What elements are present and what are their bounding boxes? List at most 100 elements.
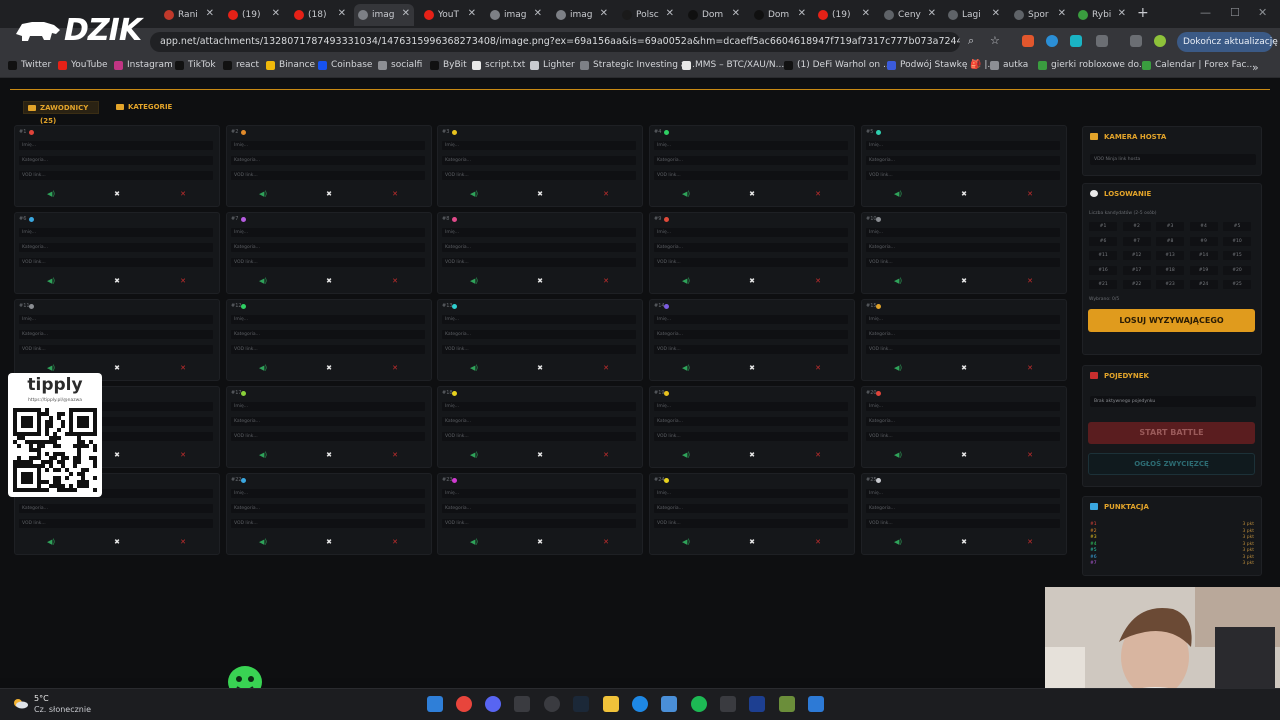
category-input[interactable]: Kategoria...: [231, 330, 425, 339]
new-tab-icon[interactable]: +: [1137, 5, 1149, 21]
sound-button[interactable]: ◀): [233, 189, 293, 199]
name-input[interactable]: Imię...: [231, 141, 425, 150]
duel-button[interactable]: ✖: [722, 276, 782, 286]
minimize-icon[interactable]: —: [1200, 6, 1211, 19]
draw-candidate-cell[interactable]: #18: [1156, 265, 1184, 275]
vod-link-input[interactable]: VOD link...: [654, 345, 848, 354]
close-tab-icon[interactable]: ✕: [928, 8, 936, 19]
sound-button[interactable]: ◀): [656, 189, 716, 199]
close-tab-icon[interactable]: ✕: [600, 8, 608, 19]
bookmark-item[interactable]: Instagram: [114, 60, 173, 70]
name-input[interactable]: Imię...: [866, 141, 1060, 150]
close-tab-icon[interactable]: ✕: [206, 8, 214, 19]
remove-button[interactable]: ✕: [365, 276, 425, 286]
category-input[interactable]: Kategoria...: [231, 417, 425, 426]
duel-button[interactable]: ✖: [934, 537, 994, 547]
close-tab-icon[interactable]: ✕: [992, 8, 1000, 19]
duel-button[interactable]: ✖: [510, 537, 570, 547]
edge-icon[interactable]: [632, 696, 648, 712]
draw-candidate-cell[interactable]: #9: [1189, 236, 1218, 246]
category-input[interactable]: Kategoria...: [654, 504, 848, 513]
draw-candidate-cell[interactable]: #20: [1223, 265, 1251, 275]
bookmark-item[interactable]: autka: [990, 60, 1028, 70]
vod-link-input[interactable]: VOD link...: [442, 171, 636, 180]
duel-button[interactable]: ✖: [722, 363, 782, 373]
remove-button[interactable]: ✕: [576, 363, 636, 373]
browser-tab[interactable]: Ceny ✕: [880, 4, 940, 26]
app-icon[interactable]: [720, 696, 736, 712]
remove-button[interactable]: ✕: [153, 537, 213, 547]
name-input[interactable]: Imię...: [442, 141, 636, 150]
duel-button[interactable]: ✖: [722, 537, 782, 547]
tab-kategorie[interactable]: KATEGORIE: [112, 101, 172, 114]
name-input[interactable]: Imię...: [654, 315, 848, 324]
vod-link-input[interactable]: VOD link...: [654, 258, 848, 267]
draw-candidate-cell[interactable]: #23: [1156, 280, 1184, 289]
browser-tab[interactable]: Spor ✕: [1010, 4, 1070, 26]
duel-button[interactable]: ✖: [722, 189, 782, 199]
close-tab-icon[interactable]: ✕: [798, 8, 806, 19]
draw-candidate-cell[interactable]: #16: [1089, 265, 1117, 275]
bookmark-item[interactable]: Calendar | Forex Fac...: [1142, 60, 1255, 70]
duel-button[interactable]: ✖: [722, 450, 782, 460]
category-input[interactable]: Kategoria...: [654, 417, 848, 426]
remove-button[interactable]: ✕: [1000, 363, 1060, 373]
vod-link-input[interactable]: VOD link...: [442, 519, 636, 528]
category-input[interactable]: Kategoria...: [19, 504, 213, 513]
draw-candidate-cell[interactable]: #12: [1122, 251, 1151, 260]
sound-button[interactable]: ◀): [656, 537, 716, 547]
vod-link-input[interactable]: VOD link...: [231, 345, 425, 354]
vod-link-input[interactable]: VOD link...: [654, 519, 848, 528]
sound-button[interactable]: ◀): [656, 363, 716, 373]
draw-candidate-cell[interactable]: #6: [1089, 236, 1117, 246]
duel-button[interactable]: ✖: [299, 363, 359, 373]
start-icon[interactable]: [427, 696, 443, 712]
bookmark-item[interactable]: MMS – BTC/XAU/N...: [682, 60, 784, 70]
discord-icon[interactable]: [485, 696, 501, 712]
duel-button[interactable]: ✖: [934, 450, 994, 460]
draw-candidate-cell[interactable]: #19: [1189, 265, 1218, 275]
duel-button[interactable]: ✖: [510, 450, 570, 460]
remove-button[interactable]: ✕: [788, 189, 848, 199]
name-input[interactable]: Imię...: [866, 489, 1060, 498]
duel-button[interactable]: ✖: [934, 363, 994, 373]
remove-button[interactable]: ✕: [576, 189, 636, 199]
vod-link-input[interactable]: VOD link...: [231, 432, 425, 441]
duel-button[interactable]: ✖: [510, 189, 570, 199]
draw-candidate-cell[interactable]: #11: [1089, 251, 1117, 260]
remove-button[interactable]: ✕: [1000, 450, 1060, 460]
remove-button[interactable]: ✕: [788, 537, 848, 547]
app-icon[interactable]: [661, 696, 677, 712]
sound-button[interactable]: ◀): [21, 363, 81, 373]
remove-button[interactable]: ✕: [1000, 537, 1060, 547]
category-input[interactable]: Kategoria...: [866, 156, 1060, 165]
draw-candidate-cell[interactable]: #5: [1223, 222, 1251, 231]
remove-button[interactable]: ✕: [153, 189, 213, 199]
spotify-icon[interactable]: [691, 696, 707, 712]
close-tab-icon[interactable]: ✕: [468, 8, 476, 19]
sound-button[interactable]: ◀): [21, 537, 81, 547]
duel-button[interactable]: ✖: [87, 363, 147, 373]
category-input[interactable]: Kategoria...: [231, 504, 425, 513]
address-bar[interactable]: app.net/attachments/1328071787493331034/…: [150, 32, 960, 52]
category-input[interactable]: Kategoria...: [19, 330, 213, 339]
vod-link-input[interactable]: VOD link...: [19, 258, 213, 267]
bookmark-item[interactable]: socialfi: [378, 60, 422, 70]
duel-button[interactable]: ✖: [934, 189, 994, 199]
close-tab-icon[interactable]: ✕: [402, 8, 410, 19]
sound-button[interactable]: ◀): [868, 189, 928, 199]
folder-icon[interactable]: [603, 696, 619, 712]
duel-button[interactable]: ✖: [299, 537, 359, 547]
name-input[interactable]: Imię...: [654, 141, 848, 150]
vod-link-input[interactable]: VOD link...: [866, 519, 1060, 528]
remove-button[interactable]: ✕: [576, 537, 636, 547]
remove-button[interactable]: ✕: [788, 363, 848, 373]
browser-tab[interactable]: (18) ✕: [290, 4, 350, 26]
sound-button[interactable]: ◀): [233, 450, 293, 460]
bookmark-item[interactable]: script.txt: [472, 60, 525, 70]
draw-challenger-button[interactable]: LOSUJ WYZYWAJĄCEGO: [1088, 309, 1255, 332]
bookmark-item[interactable]: gierki robloxowe do...: [1038, 60, 1147, 70]
vod-link-input[interactable]: VOD link...: [654, 432, 848, 441]
duel-button[interactable]: ✖: [87, 537, 147, 547]
browser-tab[interactable]: Dom ✕: [750, 4, 810, 26]
